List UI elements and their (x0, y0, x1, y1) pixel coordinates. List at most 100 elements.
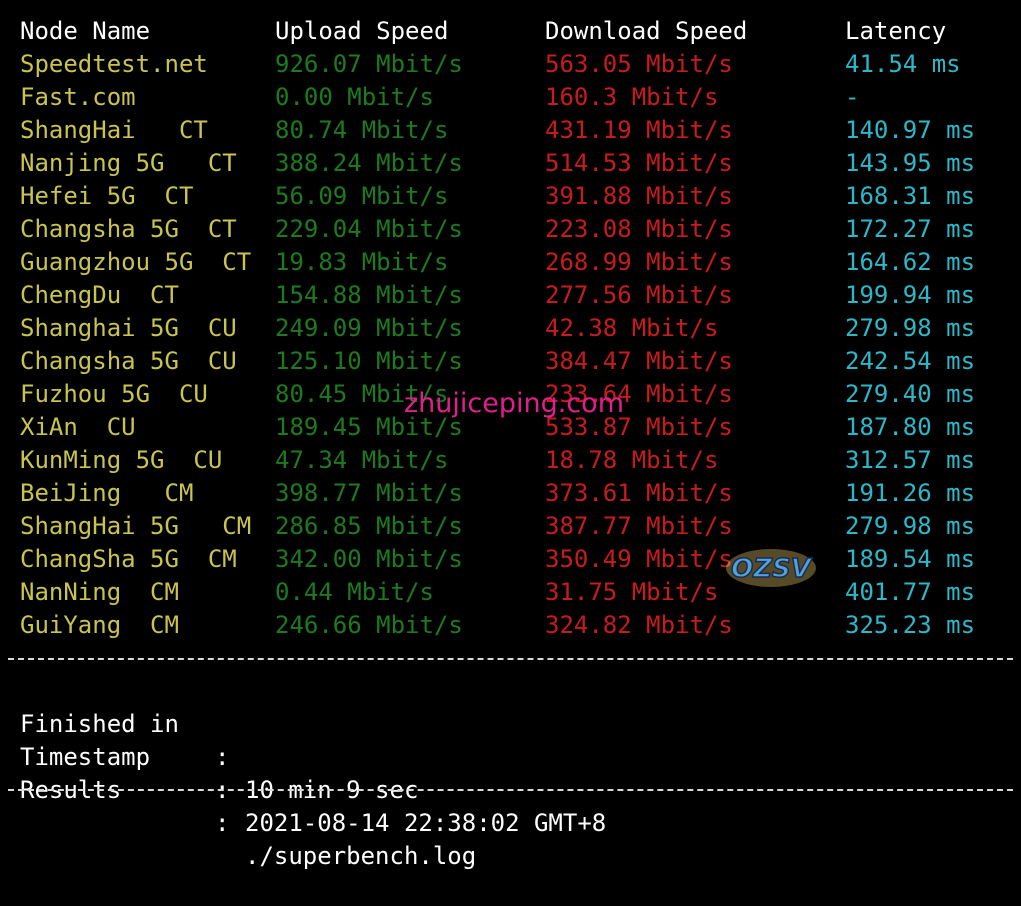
download-speed-cell: 160.3 Mbit/s (545, 83, 719, 111)
header-latency: Latency (845, 17, 947, 45)
table-row: NanNing CM 0.44 Mbit/s 31.75 Mbit/s 401.… (20, 576, 1021, 609)
table-row: ChangSha 5G CM 342.00 Mbit/s 350.49 Mbit… (20, 543, 1021, 576)
summary-block: Finished in : 10 min 9 sec Timestamp : 2… (20, 675, 606, 870)
table-row: Changsha 5G CU 125.10 Mbit/s 384.47 Mbit… (20, 345, 1021, 378)
latency-cell: 242.54 ms (845, 347, 976, 375)
table-row: BeiJing CM 398.77 Mbit/s 373.61 Mbit/s 1… (20, 477, 1021, 510)
watermark-text: zhujiceping.com (404, 388, 624, 419)
node-name-cell: Fuzhou 5G CU (20, 380, 208, 408)
latency-cell: - (845, 83, 860, 111)
latency-cell: 312.57 ms (845, 446, 976, 474)
node-name-cell: GuiYang CM (20, 611, 179, 639)
latency-cell: 325.23 ms (845, 611, 976, 639)
download-speed-cell: 391.88 Mbit/s (545, 182, 733, 210)
table-row: Hefei 5G CT 56.09 Mbit/s 391.88 Mbit/s 1… (20, 180, 1021, 213)
download-speed-cell: 373.61 Mbit/s (545, 479, 733, 507)
upload-speed-cell: 125.10 Mbit/s (275, 347, 463, 375)
timestamp-value: 2021-08-14 22:38:02 GMT+8 (245, 809, 607, 837)
latency-cell: 187.80 ms (845, 413, 976, 441)
summary-finished-row: Finished in : 10 min 9 sec (20, 675, 418, 804)
node-name-cell: ShangHai CT (20, 116, 208, 144)
table-row: Shanghai 5G CU 249.09 Mbit/s 42.38 Mbit/… (20, 312, 1021, 345)
latency-cell: 279.98 ms (845, 512, 976, 540)
latency-cell: 189.54 ms (845, 545, 976, 573)
upload-speed-cell: 388.24 Mbit/s (275, 149, 463, 177)
download-speed-cell: 277.56 Mbit/s (545, 281, 733, 309)
upload-speed-cell: 926.07 Mbit/s (275, 50, 463, 78)
download-speed-cell: 387.77 Mbit/s (545, 512, 733, 540)
latency-cell: 143.95 ms (845, 149, 976, 177)
latency-cell: 279.98 ms (845, 314, 976, 342)
table-row: Guangzhou 5G CT 19.83 Mbit/s 268.99 Mbit… (20, 246, 1021, 279)
table-row: ShangHai CT 80.74 Mbit/s 431.19 Mbit/s 1… (20, 114, 1021, 147)
results-value: ./superbench.log (245, 842, 477, 870)
latency-cell: 199.94 ms (845, 281, 976, 309)
upload-speed-cell: 0.00 Mbit/s (275, 83, 434, 111)
upload-speed-cell: 19.83 Mbit/s (275, 248, 449, 276)
download-speed-cell: 31.75 Mbit/s (545, 578, 719, 606)
node-name-cell: ChangSha 5G CM (20, 545, 237, 573)
table-row: Nanjing 5G CT 388.24 Mbit/s 514.53 Mbit/… (20, 147, 1021, 180)
finished-colon: : (215, 743, 230, 771)
table-body: Speedtest.net 926.07 Mbit/s 563.05 Mbit/… (20, 48, 1021, 642)
ozsv-logo: OZSV (726, 549, 816, 587)
latency-cell: 41.54 ms (845, 50, 961, 78)
header-upload-speed: Upload Speed (275, 17, 449, 45)
download-speed-cell: 563.05 Mbit/s (545, 50, 733, 78)
download-speed-cell: 18.78 Mbit/s (545, 446, 719, 474)
node-name-cell: Nanjing 5G CT (20, 149, 237, 177)
latency-cell: 191.26 ms (845, 479, 976, 507)
dashed-divider-top (8, 658, 1013, 660)
ozsv-logo-text: OZSV (731, 554, 813, 584)
node-name-cell: Changsha 5G CU (20, 347, 237, 375)
latency-cell: 401.77 ms (845, 578, 976, 606)
dashed-divider-bottom (8, 789, 1013, 791)
table-header: Node Name Upload Speed Download Speed La… (20, 15, 1021, 48)
upload-speed-cell: 56.09 Mbit/s (275, 182, 449, 210)
upload-speed-cell: 342.00 Mbit/s (275, 545, 463, 573)
upload-speed-cell: 286.85 Mbit/s (275, 512, 463, 540)
latency-cell: 172.27 ms (845, 215, 976, 243)
node-name-cell: ChengDu CT (20, 281, 179, 309)
node-name-cell: ShangHai 5G CM (20, 512, 252, 540)
upload-speed-cell: 398.77 Mbit/s (275, 479, 463, 507)
download-speed-cell: 223.08 Mbit/s (545, 215, 733, 243)
summary-timestamp-row: Timestamp : 2021-08-14 22:38:02 GMT+8 (20, 708, 606, 837)
upload-speed-cell: 0.44 Mbit/s (275, 578, 434, 606)
download-speed-cell: 514.53 Mbit/s (545, 149, 733, 177)
download-speed-cell: 324.82 Mbit/s (545, 611, 733, 639)
upload-speed-cell: 47.34 Mbit/s (275, 446, 449, 474)
node-name-cell: Changsha 5G CT (20, 215, 237, 243)
table-row: ShangHai 5G CM 286.85 Mbit/s 387.77 Mbit… (20, 510, 1021, 543)
upload-speed-cell: 80.74 Mbit/s (275, 116, 449, 144)
node-name-cell: Guangzhou 5G CT (20, 248, 252, 276)
download-speed-cell: 350.49 Mbit/s (545, 545, 733, 573)
table-row: Fast.com 0.00 Mbit/s 160.3 Mbit/s - (20, 81, 1021, 114)
table-row: KunMing 5G CU 47.34 Mbit/s 18.78 Mbit/s … (20, 444, 1021, 477)
download-speed-cell: 42.38 Mbit/s (545, 314, 719, 342)
table-row: Speedtest.net 926.07 Mbit/s 563.05 Mbit/… (20, 48, 1021, 81)
header-download-speed: Download Speed (545, 17, 748, 45)
download-speed-cell: 431.19 Mbit/s (545, 116, 733, 144)
table-row: ChengDu CT 154.88 Mbit/s 277.56 Mbit/s 1… (20, 279, 1021, 312)
latency-cell: 140.97 ms (845, 116, 976, 144)
node-name-cell: Fast.com (20, 83, 136, 111)
table-row: Changsha 5G CT 229.04 Mbit/s 223.08 Mbit… (20, 213, 1021, 246)
latency-cell: 164.62 ms (845, 248, 976, 276)
summary-results-row: Results : ./superbench.log (20, 741, 476, 870)
node-name-cell: BeiJing CM (20, 479, 194, 507)
latency-cell: 168.31 ms (845, 182, 976, 210)
results-colon: : (215, 809, 230, 837)
table-row: GuiYang CM 246.66 Mbit/s 324.82 Mbit/s 3… (20, 609, 1021, 642)
node-name-cell: XiAn CU (20, 413, 136, 441)
upload-speed-cell: 154.88 Mbit/s (275, 281, 463, 309)
node-name-cell: KunMing 5G CU (20, 446, 223, 474)
node-name-cell: NanNing CM (20, 578, 179, 606)
upload-speed-cell: 229.04 Mbit/s (275, 215, 463, 243)
speedtest-table: Node Name Upload Speed Download Speed La… (20, 15, 1021, 642)
node-name-cell: Hefei 5G CT (20, 182, 194, 210)
upload-speed-cell: 249.09 Mbit/s (275, 314, 463, 342)
node-name-cell: Speedtest.net (20, 50, 208, 78)
upload-speed-cell: 246.66 Mbit/s (275, 611, 463, 639)
node-name-cell: Shanghai 5G CU (20, 314, 237, 342)
